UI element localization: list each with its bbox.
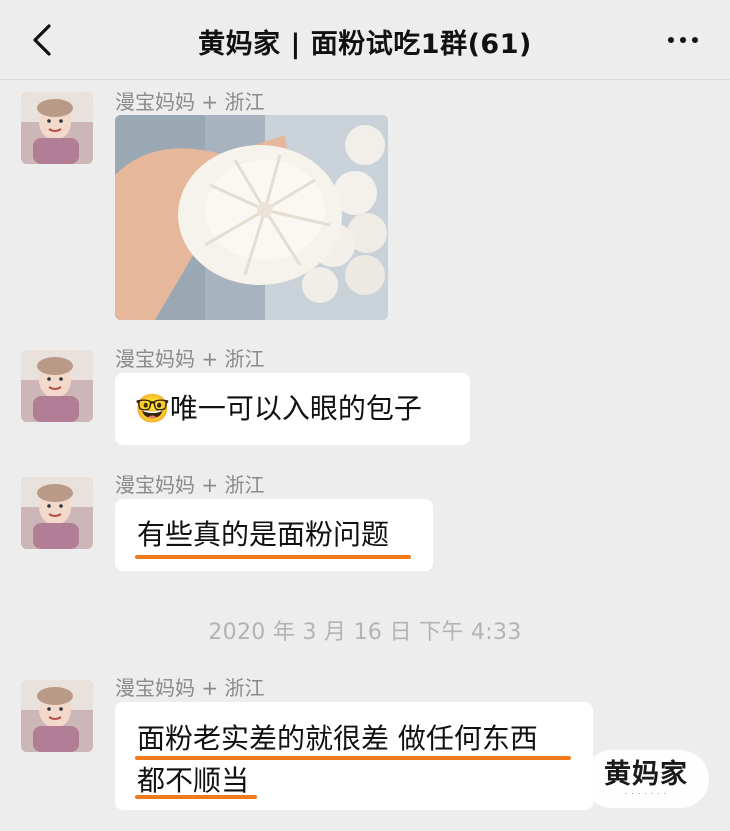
sender-avatar[interactable] [21,350,93,422]
sender-avatar[interactable] [21,680,93,752]
chat-header: 黄妈家 | 面粉试吃1群(61) [0,0,730,80]
sender-name: 漫宝妈妈 + 浙江 [115,676,265,700]
watermark-sub: · · · · · · · [625,790,667,798]
message-bubble[interactable]: 🤓唯一可以入眼的包子 [115,373,470,445]
watermark-brand: 黄妈家 [604,759,688,790]
message-photo[interactable] [115,115,388,320]
brand-watermark: 黄妈家 · · · · · · · [583,750,709,808]
sender-avatar[interactable] [21,477,93,549]
more-button[interactable] [658,22,708,58]
message-bubble[interactable]: 有些真的是面粉问题 [115,499,433,571]
sender-avatar[interactable] [21,92,93,164]
chat-title: 黄妈家 | 面粉试吃1群(61) [198,29,532,60]
message-text-line: 面粉老实差的就很差 做任何东西 [137,722,538,755]
sender-name: 漫宝妈妈 + 浙江 [115,473,265,497]
message-text: 唯一可以入眼的包子 [169,392,422,425]
sender-name: 漫宝妈妈 + 浙江 [115,347,265,371]
highlight-underline [135,795,257,799]
sender-name: 漫宝妈妈 + 浙江 [115,90,265,114]
message-text: 有些真的是面粉问题 [137,518,390,551]
chat-timestamp: 2020 年 3 月 16 日 下午 4:33 [208,620,522,645]
highlight-underline [135,555,411,559]
highlight-underline [135,756,571,760]
more-dots-icon [668,37,674,43]
message-bubble[interactable]: 面粉老实差的就很差 做任何东西 都不顺当 [115,702,593,810]
nerd-face-icon: 🤓 [135,392,170,425]
